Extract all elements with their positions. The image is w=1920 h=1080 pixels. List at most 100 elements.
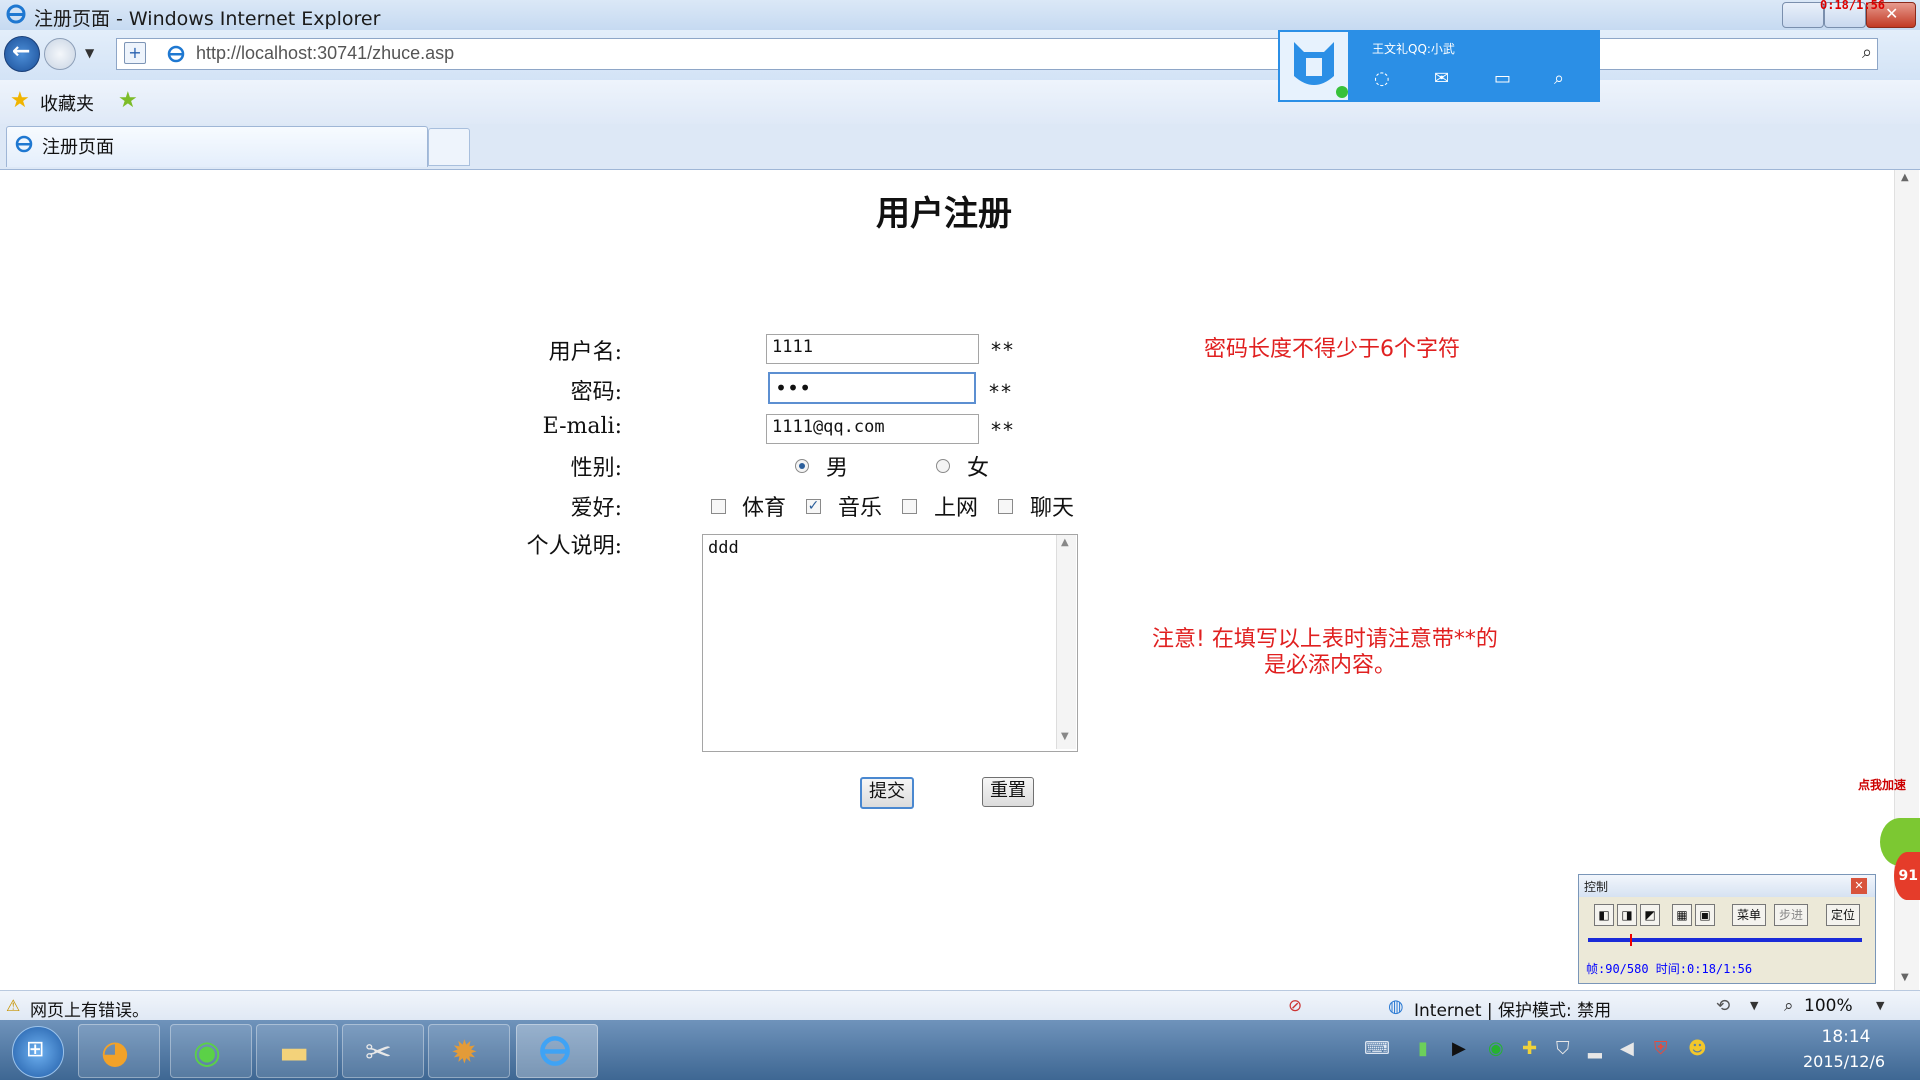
control-next-icon[interactable]: ◩: [1640, 904, 1660, 926]
note-scroll-up-icon[interactable]: ▲: [1061, 537, 1069, 548]
page-ie-icon: [167, 45, 185, 63]
close-icon: ✕: [1885, 4, 1899, 23]
reset-button[interactable]: 重置: [982, 777, 1034, 807]
control-pause-icon[interactable]: ◨: [1617, 904, 1637, 926]
network-icon[interactable]: ▂: [1588, 1038, 1602, 1059]
online-status-icon: [1336, 86, 1348, 98]
qq-zone-icon[interactable]: ▭: [1494, 68, 1511, 89]
control-progress-track[interactable]: [1588, 934, 1862, 946]
username-input[interactable]: 1111: [766, 334, 979, 364]
favorites-label[interactable]: 收藏夹: [40, 90, 94, 116]
security-tray-icon[interactable]: ⛨: [1654, 1038, 1668, 1059]
qq-search-icon[interactable]: ⌕: [1554, 68, 1564, 89]
submit-button[interactable]: 提交: [860, 777, 914, 809]
notice-line2: 是必添内容。: [1264, 653, 1397, 678]
tab-label[interactable]: 注册页面: [42, 133, 114, 159]
minimize-button[interactable]: [1782, 2, 1824, 28]
recorder-time: 0:18/1:56: [1820, 0, 1886, 12]
control-progress-marker[interactable]: [1630, 934, 1632, 946]
note-scrollbar[interactable]: ▲ ▼: [1056, 535, 1076, 749]
tools-app-icon: ✂: [365, 1033, 392, 1071]
hobby-chat-checkbox[interactable]: [998, 499, 1013, 514]
password-hint: 密码长度不得少于6个字符: [1204, 337, 1460, 362]
security-zone[interactable]: Internet | 保护模式: 禁用: [1414, 996, 1611, 1021]
note-textarea[interactable]: [702, 534, 1078, 752]
taskbar-app-ie[interactable]: [516, 1024, 598, 1078]
control-frames: 帧:90/580 时间:0:18/1:56: [1586, 962, 1753, 976]
battery-icon[interactable]: ▮: [1418, 1038, 1428, 1059]
taskbar-app-360[interactable]: ◉: [170, 1024, 252, 1078]
search-icon[interactable]: ⌕: [1862, 42, 1872, 63]
folder-icon: ▬: [279, 1033, 310, 1071]
password-input[interactable]: •••: [768, 372, 976, 404]
qq-avatar[interactable]: [1280, 32, 1348, 100]
control-close-icon[interactable]: ✕: [1851, 878, 1867, 894]
gender-male-radio[interactable]: [795, 459, 809, 473]
status-message[interactable]: 网页上有错误。: [30, 996, 149, 1021]
add-favorite-icon[interactable]: ★: [118, 88, 138, 113]
qq-username: 王文礼QQ:小武: [1372, 42, 1455, 56]
hobby-sports-label: 体育: [742, 496, 787, 521]
gender-female-label: 女: [967, 456, 990, 481]
back-button[interactable]: ←: [4, 36, 40, 72]
volume-icon[interactable]: ◀: [1620, 1038, 1634, 1059]
scroll-down-icon[interactable]: ▼: [1901, 972, 1909, 983]
shield-tray-icon[interactable]: ⛉: [1556, 1038, 1570, 1059]
play-icon[interactable]: ▶: [1452, 1038, 1466, 1059]
note-label: 个人说明:: [526, 534, 622, 559]
internet-globe-icon: ◍: [1388, 996, 1404, 1017]
note-scroll-down-icon[interactable]: ▼: [1061, 731, 1069, 742]
favorites-star-icon[interactable]: ★: [10, 88, 30, 113]
hobby-sports-checkbox[interactable]: [711, 499, 726, 514]
zoom-level[interactable]: 100%: [1804, 996, 1853, 1016]
gender-female-radio[interactable]: [936, 459, 950, 473]
qq-logo-icon: [1294, 42, 1334, 85]
taskbar-app-media[interactable]: ◕: [78, 1024, 160, 1078]
clock-date[interactable]: 2015/12/6: [1794, 1052, 1894, 1071]
hobby-music-checkbox[interactable]: ✓: [806, 499, 821, 514]
favorites-bar: [0, 80, 1920, 125]
zoom-icon[interactable]: ⌕: [1784, 996, 1794, 1016]
taskbar-app-tools[interactable]: ✂: [342, 1024, 424, 1078]
hobby-label: 爱好:: [570, 496, 622, 521]
back-arrow-icon: ←: [12, 39, 31, 64]
history-dropdown-icon[interactable]: ▼: [85, 46, 94, 60]
media-app-icon: ◕: [101, 1033, 129, 1071]
qq-tray-icon[interactable]: ☻: [1688, 1038, 1707, 1059]
forward-button[interactable]: [44, 38, 76, 70]
note-text[interactable]: ddd: [708, 538, 739, 558]
scroll-up-icon[interactable]: ▲: [1901, 172, 1909, 183]
username-required: **: [990, 338, 1015, 362]
qq-status-icon[interactable]: ◌: [1374, 68, 1390, 89]
speedup-label[interactable]: 点我加速: [1858, 776, 1906, 793]
360-app-icon: ◉: [193, 1033, 221, 1071]
new-tab-button[interactable]: [428, 128, 470, 166]
protected-mode-icon[interactable]: ⟲: [1716, 996, 1730, 1016]
start-button[interactable]: ⊞: [12, 1026, 64, 1078]
popup-blocker-icon[interactable]: ⊘: [1288, 996, 1302, 1016]
page-title: 用户注册: [876, 194, 1012, 234]
speedup-badge[interactable]: 91: [1894, 852, 1920, 900]
control-prev-icon[interactable]: ◧: [1594, 904, 1614, 926]
email-input[interactable]: 1111@qq.com: [766, 414, 979, 444]
control-menu-button[interactable]: 菜单: [1732, 904, 1766, 926]
plus-tray-icon[interactable]: ✚: [1522, 1038, 1537, 1059]
warning-icon[interactable]: ⚠: [6, 996, 20, 1015]
control-step-button[interactable]: 步进: [1774, 904, 1808, 926]
control-fit-icon[interactable]: ▣: [1695, 904, 1715, 926]
keyboard-icon[interactable]: ⌨: [1364, 1038, 1390, 1059]
clock-time[interactable]: 18:14: [1806, 1027, 1886, 1047]
qq-mail-icon[interactable]: ✉: [1434, 68, 1449, 89]
taskbar-app-explorer[interactable]: ▬: [256, 1024, 338, 1078]
compatibility-icon[interactable]: +: [124, 42, 146, 64]
hobby-internet-checkbox[interactable]: [902, 499, 917, 514]
control-locate-button[interactable]: 定位: [1826, 904, 1860, 926]
ie-taskbar-icon: [540, 1036, 570, 1066]
taskbar-app-game[interactable]: ✹: [428, 1024, 510, 1078]
zoom-dropdown-icon[interactable]: ▼: [1876, 999, 1884, 1012]
address-url[interactable]: http://localhost:30741/zhuce.asp: [196, 43, 454, 64]
record-icon[interactable]: ◉: [1488, 1038, 1504, 1059]
protected-mode-dropdown-icon[interactable]: ▼: [1750, 999, 1758, 1012]
control-view-icon[interactable]: ▦: [1672, 904, 1692, 926]
password-label: 密码:: [570, 380, 622, 405]
